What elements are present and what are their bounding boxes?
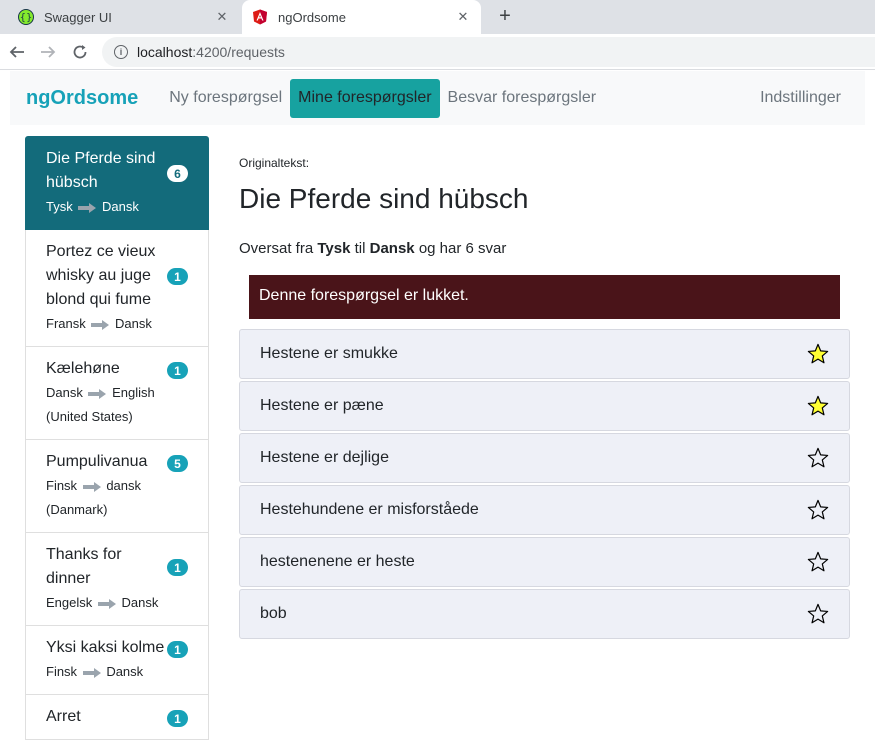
from-language: Dansk <box>46 385 83 400</box>
arrow-right-icon <box>82 481 101 492</box>
from-language: Finsk <box>46 664 78 679</box>
answer-item: Hestene er dejlige <box>239 433 850 483</box>
star-filled-icon[interactable] <box>807 343 829 365</box>
request-item[interactable]: Kælehøne 1 Dansk English (United States) <box>25 347 209 440</box>
summary-from-language: Tysk <box>317 240 351 257</box>
request-item[interactable]: Portez ce vieux whisky au juge blond qui… <box>25 230 209 347</box>
answer-text: bob <box>260 605 287 622</box>
original-text-label: Originaltekst: <box>239 156 310 170</box>
request-detail: Originaltekst: Die Pferde sind hübsch Ov… <box>239 136 850 641</box>
summary-suffix: og har 6 svar <box>418 240 507 257</box>
nav-new-request[interactable]: Ny forespørgsel <box>161 79 290 118</box>
from-language: Fransk <box>46 316 86 331</box>
to-language: Dansk <box>106 664 144 679</box>
answer-text: Hestene er pæne <box>260 397 384 414</box>
forward-icon[interactable] <box>36 40 60 64</box>
answer-item: Hestene er smukke <box>239 329 850 379</box>
tab-title: Swagger UI <box>44 9 112 25</box>
request-list: Die Pferde sind hübsch 6 Tysk Dansk Port… <box>25 136 209 753</box>
nav-answer-requests[interactable]: Besvar forespørgsler <box>440 79 605 118</box>
answer-count-badge: 1 <box>167 641 188 658</box>
request-languages: Tysk Dansk <box>46 195 188 219</box>
answer-item: Hestene er pæne <box>239 381 850 431</box>
answer-count-badge: 6 <box>167 165 188 182</box>
request-item[interactable]: Thanks for dinner 1 Engelsk Dansk <box>25 533 209 626</box>
arrow-right-icon <box>91 319 110 330</box>
to-language: Dansk <box>121 595 159 610</box>
star-outline-icon[interactable] <box>807 499 829 521</box>
new-tab-icon[interactable]: + <box>494 4 516 28</box>
answer-count-badge: 1 <box>167 268 188 285</box>
answer-item: Hestehundene er misforståede <box>239 485 850 535</box>
url-host: localhost <box>137 44 193 60</box>
answer-item: hestenenene er heste <box>239 537 850 587</box>
tab-title: ngOrdsome <box>278 9 346 25</box>
browser-tabstrip: {} Swagger UI ✕ ngOrdsome ✕ + <box>0 0 875 34</box>
star-outline-icon[interactable] <box>807 551 829 573</box>
request-title: Die Pferde sind hübsch <box>239 183 529 214</box>
from-language: Finsk <box>46 478 78 493</box>
answer-item: bob <box>239 589 850 639</box>
request-languages: Finsk Dansk <box>46 660 188 684</box>
close-tab-icon[interactable]: ✕ <box>214 9 230 25</box>
answer-count-badge: 1 <box>167 559 188 576</box>
answer-text: Hestene er dejlige <box>260 449 389 466</box>
translation-summary: Oversat fra Tysk til Dansk og har 6 svar <box>239 240 850 257</box>
from-language: Engelsk <box>46 595 93 610</box>
reload-icon[interactable] <box>68 40 92 64</box>
request-text: Portez ce vieux whisky au juge blond qui… <box>46 243 156 308</box>
nav-my-requests[interactable]: Mine forespørgsler <box>290 78 440 118</box>
request-item[interactable]: Arret 1 <box>25 695 209 740</box>
answer-list: Hestene er smukke Hestene er pæne Hesten… <box>239 329 850 639</box>
angular-icon <box>252 9 268 25</box>
request-text: Pumpulivanua <box>46 453 148 470</box>
browser-tab-ngordsome[interactable]: ngOrdsome ✕ <box>242 0 481 34</box>
request-languages: Engelsk Dansk <box>46 591 188 615</box>
answer-count-badge: 1 <box>167 362 188 379</box>
summary-prefix: Oversat fra <box>239 240 314 257</box>
swagger-icon: {} <box>18 9 34 25</box>
request-text: Thanks for dinner <box>46 546 122 587</box>
summary-to-language: Dansk <box>369 240 415 257</box>
request-item[interactable]: Yksi kaksi kolme 1 Finsk Dansk <box>25 626 209 695</box>
answer-text: Hestene er smukke <box>260 345 398 362</box>
to-language: Dansk <box>114 316 152 331</box>
back-icon[interactable] <box>5 40 29 64</box>
to-language: Dansk <box>101 199 139 214</box>
svg-text:{}: {} <box>20 13 33 24</box>
address-bar[interactable]: i localhost:4200/requests <box>102 37 875 67</box>
arrow-right-icon <box>97 598 116 609</box>
request-item[interactable]: Pumpulivanua 5 Finsk dansk (Danmark) <box>25 440 209 533</box>
brand-logo[interactable]: ngOrdsome <box>26 87 138 110</box>
star-outline-icon[interactable] <box>807 447 829 469</box>
browser-toolbar: i localhost:4200/requests <box>0 34 875 70</box>
browser-tab-swagger[interactable]: {} Swagger UI ✕ <box>8 0 240 34</box>
arrow-right-icon <box>88 388 107 399</box>
request-item[interactable]: Die Pferde sind hübsch 6 Tysk Dansk <box>25 136 209 230</box>
arrow-right-icon <box>78 202 97 213</box>
answer-count-badge: 5 <box>167 455 188 472</box>
answer-text: Hestehundene er misforståede <box>260 501 479 518</box>
star-filled-icon[interactable] <box>807 395 829 417</box>
request-text: Yksi kaksi kolme <box>46 639 165 656</box>
nav-settings[interactable]: Indstillinger <box>752 79 849 118</box>
arrow-right-icon <box>82 667 101 678</box>
request-languages: Dansk English (United States) <box>46 381 164 429</box>
closed-alert: Denne forespørgsel er lukket. <box>249 275 840 319</box>
request-text: Kælehøne <box>46 360 120 377</box>
answer-text: hestenenene er heste <box>260 553 415 570</box>
star-outline-icon[interactable] <box>807 603 829 625</box>
request-text: Die Pferde sind hübsch <box>46 150 156 191</box>
info-icon[interactable]: i <box>114 45 128 59</box>
answer-count-badge: 1 <box>167 710 188 727</box>
url-path: :4200/requests <box>192 44 285 60</box>
app-navbar: ngOrdsome Ny forespørgsel Mine forespørg… <box>10 71 865 125</box>
request-text: Arret <box>46 708 81 725</box>
from-language: Tysk <box>46 199 73 214</box>
summary-mid: til <box>354 240 366 257</box>
close-tab-icon[interactable]: ✕ <box>455 9 471 25</box>
request-languages: Finsk dansk (Danmark) <box>46 474 164 522</box>
request-languages: Fransk Dansk <box>46 312 188 336</box>
